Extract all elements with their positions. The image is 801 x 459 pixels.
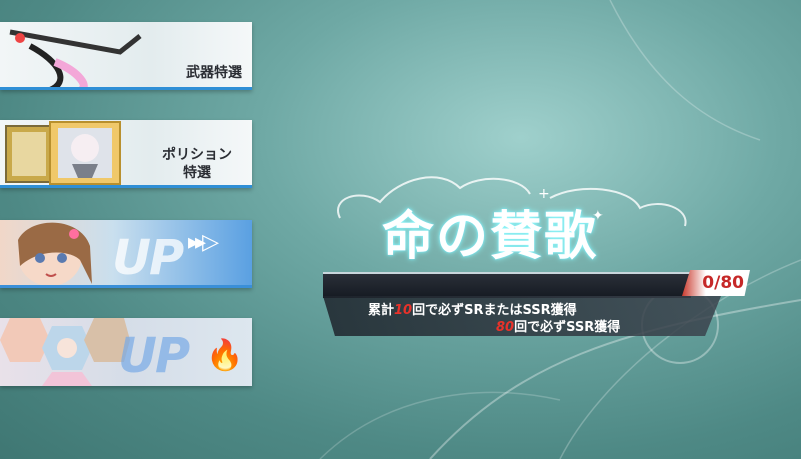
pity-info-box: 累計10回で必ずSRまたはSSR獲得 80回で必ずSSR獲得: [323, 296, 721, 336]
pull-counter: 0/80: [682, 270, 750, 296]
banner-label-line2: 特選: [183, 165, 211, 181]
flame-icon: 🔥: [206, 338, 244, 373]
progress-bar: [323, 272, 691, 298]
potion-select-banner[interactable]: ポリション 特選: [0, 120, 252, 188]
pity-rule-prefix: 累計: [368, 303, 395, 318]
pity-rule-ssr-text: 回で必ずSSR獲得: [514, 320, 621, 335]
arrows-icon: ▸▸▷: [188, 230, 219, 255]
pity-rule-sr-number: 10: [394, 303, 413, 318]
pity-rule-ssr: 80回で必ずSSR獲得: [496, 316, 620, 335]
weapon-art: [9, 29, 142, 90]
banner-label: 武器特選: [186, 65, 242, 81]
multi-character-up-banner[interactable]: UP 🔥: [0, 318, 252, 386]
potion-art: [5, 121, 121, 185]
character-portrait: [18, 222, 92, 286]
character-up-banner[interactable]: UP ▸▸▷: [0, 220, 252, 288]
character-group-portrait: [0, 318, 130, 386]
banner-underline: [0, 185, 252, 188]
up-text: UP: [112, 230, 184, 286]
pity-counter-panel: 0/80 累計10回で必ずSRまたはSSR獲得 80回で必ずSSR獲得: [305, 250, 763, 354]
pity-rule-ssr-number: 80: [496, 320, 515, 335]
banner-label: ポリション 特選: [152, 146, 242, 182]
up-text: UP: [118, 328, 190, 384]
banner-label-line1: ポリション: [162, 147, 232, 163]
weapon-select-banner[interactable]: 武器特選: [0, 22, 252, 90]
banner-underline: [0, 87, 252, 90]
banner-underline: [0, 285, 252, 288]
